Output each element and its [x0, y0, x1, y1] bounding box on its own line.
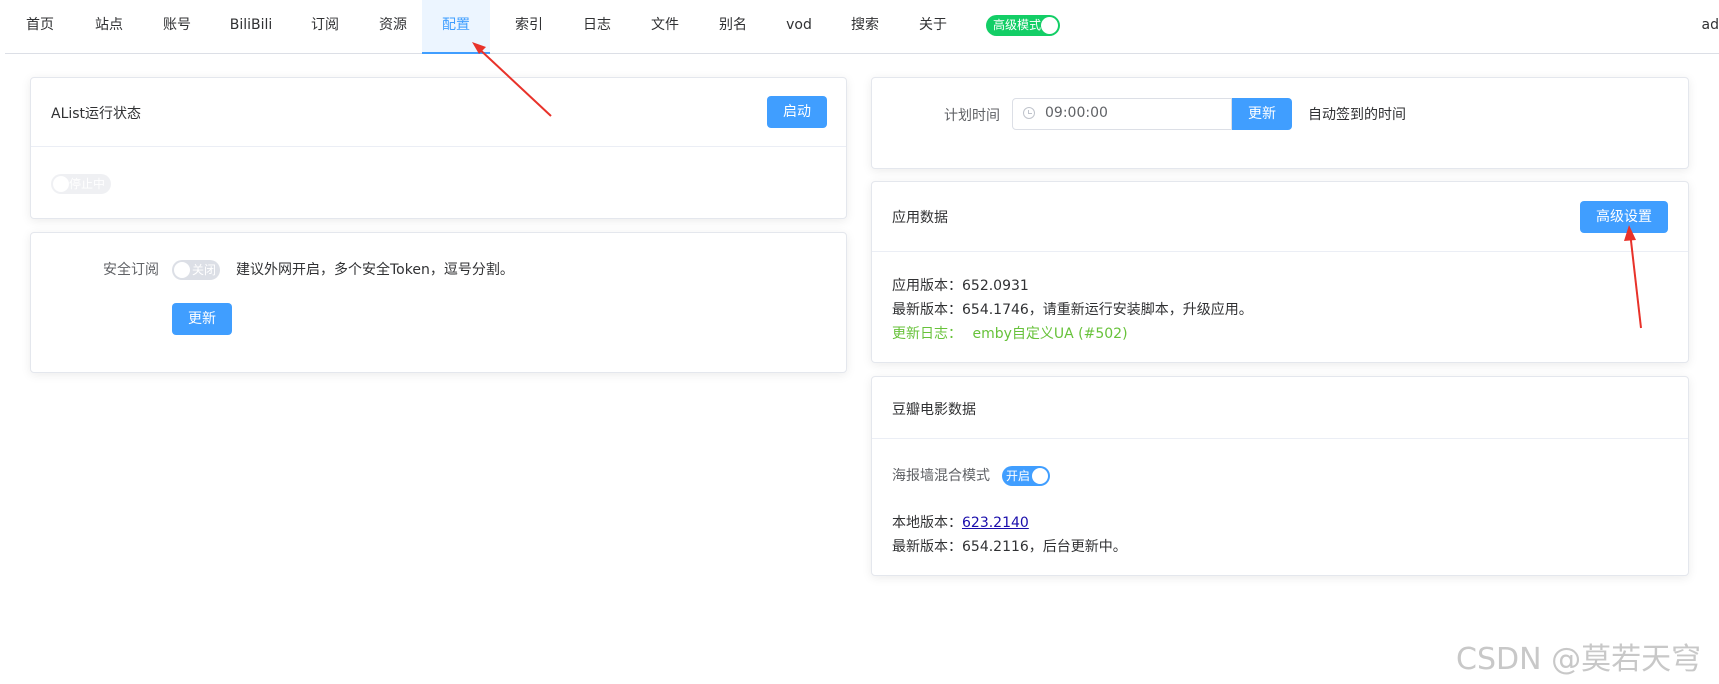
nav-item-home[interactable]: 首页 — [5, 0, 75, 54]
latest-version: 最新版本：654.1746，请重新运行安装脚本，升级应用。 — [892, 302, 1253, 318]
card-header: AList运行状态 启动 — [31, 78, 846, 147]
clock-icon — [1023, 107, 1035, 119]
nav-item-about[interactable]: 关于 — [899, 0, 967, 54]
schedule-update-button[interactable]: 更新 — [1232, 98, 1292, 130]
switch-knob — [174, 262, 190, 278]
local-version-link[interactable]: 623.2140 — [962, 515, 1029, 531]
schedule-hint: 自动签到的时间 — [1308, 107, 1406, 123]
advanced-settings-button[interactable]: 高级设置 — [1580, 201, 1668, 233]
toggle-knob — [1041, 17, 1058, 34]
local-version-label: 本地版本： — [892, 515, 962, 531]
card-header: 豆瓣电影数据 — [872, 377, 1688, 439]
card-header: 应用数据 高级设置 — [872, 182, 1688, 252]
app-data-card: 应用数据 高级设置 应用版本：652.0931 最新版本：654.1746，请重… — [871, 181, 1689, 363]
schedule-label: 计划时间 — [944, 108, 1000, 124]
nav-item-vod[interactable]: vod — [767, 0, 831, 54]
local-version-line: 本地版本：623.2140 — [892, 512, 1029, 532]
watermark: CSDN @莫若天穹 — [1456, 642, 1702, 677]
time-value: 09:00:00 — [1045, 105, 1108, 121]
security-switch[interactable]: 关闭 — [172, 260, 220, 280]
nav-item-files[interactable]: 文件 — [631, 0, 699, 54]
switch-label: 开启 — [1006, 469, 1031, 483]
nav-item-alias[interactable]: 别名 — [699, 0, 767, 54]
security-label: 安全订阅 — [103, 262, 159, 278]
nav-item-subscriptions[interactable]: 订阅 — [291, 0, 359, 54]
card-title: 豆瓣电影数据 — [892, 402, 976, 418]
nav-item-sites[interactable]: 站点 — [75, 0, 143, 54]
alist-status-card: AList运行状态 启动 停止中 — [30, 77, 847, 219]
nav-item-bilibili[interactable]: BiliBili — [211, 0, 291, 54]
app-version: 应用版本：652.0931 — [892, 278, 1029, 294]
douban-latest-version: 最新版本：654.2116，后台更新中。 — [892, 539, 1127, 555]
poster-mode-switch[interactable]: 开启 — [1002, 466, 1050, 486]
nav-item-resources[interactable]: 资源 — [359, 0, 427, 54]
advanced-mode-label: 高级模式 — [993, 18, 1042, 32]
security-subscription-card: 安全订阅 关闭 建议外网开启，多个安全Token，逗号分割。 更新 — [30, 232, 847, 373]
card-title: 应用数据 — [892, 210, 948, 226]
top-nav: 首页 站点 账号 BiliBili 订阅 资源 配置 索引 日志 文件 别名 v… — [5, 0, 1719, 54]
nav-item-config[interactable]: 配置 — [422, 0, 490, 54]
user-menu[interactable]: ad — [1702, 0, 1719, 50]
nav-item-logs[interactable]: 日志 — [563, 0, 631, 54]
security-hint: 建议外网开启，多个安全Token，逗号分割。 — [236, 262, 514, 278]
switch-label: 停止中 — [69, 177, 106, 191]
alist-status-switch[interactable]: 停止中 — [51, 174, 111, 194]
poster-mode-label: 海报墙混合模式 — [892, 468, 990, 484]
start-button[interactable]: 启动 — [767, 96, 827, 128]
card-title: AList运行状态 — [51, 106, 142, 122]
changelog-line: 更新日志： emby自定义UA (#502) — [892, 323, 1128, 343]
douban-data-card: 豆瓣电影数据 海报墙混合模式 开启 本地版本：623.2140 最新版本：654… — [871, 376, 1689, 576]
switch-knob — [1032, 468, 1048, 484]
time-picker-input[interactable]: 09:00:00 — [1012, 98, 1232, 130]
nav-item-accounts[interactable]: 账号 — [143, 0, 211, 54]
security-update-button[interactable]: 更新 — [172, 303, 232, 335]
switch-label: 关闭 — [192, 263, 217, 277]
nav-item-search[interactable]: 搜索 — [831, 0, 899, 54]
nav-item-index[interactable]: 索引 — [495, 0, 563, 54]
changelog-label: 更新日志： — [892, 326, 962, 342]
switch-knob — [53, 176, 69, 192]
advanced-mode-toggle[interactable]: 高级模式 — [986, 15, 1060, 36]
changelog-text[interactable]: emby自定义UA (#502) — [972, 326, 1127, 342]
